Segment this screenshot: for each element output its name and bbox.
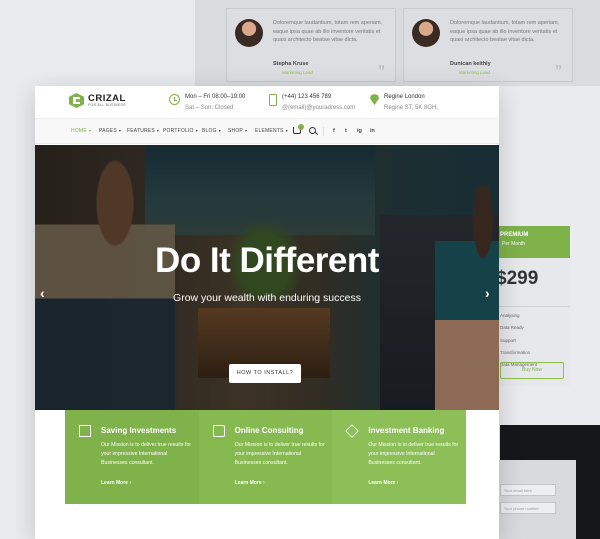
testimonial-text: Doloremque laudantium, totam rem aperiam… [450,20,560,43]
phone-info: (+44) 123 456 789 @(email)@youradress.co… [269,93,355,113]
plan-name: PREMIUM [500,232,529,238]
phone-icon [269,94,277,106]
hero-slider: Do It Different Grow your wealth with en… [35,145,499,410]
clock-icon [169,94,180,105]
plan-feature: Support [500,337,516,343]
website-mockup: CRIZAL FOR ALL BUSINESS Mon – Fri 08:00–… [35,86,499,539]
plan-period: Per Month [502,241,526,247]
plan-price: $299 [496,268,539,289]
quote-icon: ” [555,62,562,78]
learn-more-link[interactable]: Learn More › [101,480,131,486]
chevron-down-icon: ▾ [285,128,288,133]
nav-label: ELEMENTS [255,128,284,134]
feature-desc: Our Mission is to deliver true results f… [368,442,459,466]
chevron-down-icon: ▾ [244,128,248,133]
feature-title: Saving Investments [101,426,177,435]
feature-card: Investment Banking Our Mission is to del… [332,410,467,504]
testimonial-role: Marketing Lead [459,70,491,75]
brand-name: CRIZAL [88,93,126,104]
chevron-down-icon: ▾ [156,128,160,133]
email-field[interactable]: Your email here [500,484,556,496]
buy-now-button[interactable]: Buy Now [500,362,564,379]
avatar [412,19,440,47]
hours-weekend: Sat – Sun: Closed [185,105,234,111]
feature-title: Online Consulting [234,426,304,435]
logo[interactable]: CRIZAL FOR ALL BUSINESS [69,93,126,108]
avatar [235,19,263,47]
phone-number[interactable]: (+44) 123 456 789 [282,93,355,102]
hero-title: Do It Different [155,241,379,280]
nav-item-features[interactable]: FEATURES ▾ [127,128,159,134]
features-strip: Saving Investments Our Mission is to del… [65,410,467,504]
how-to-install-button[interactable]: HOW TO INSTALL? [229,364,301,383]
logo-icon [69,93,84,108]
testimonial-card: Doloremque laudantium, totam rem aperiam… [226,8,396,82]
main-nav: HOME ▾ PAGES ▾ FEATURES ▾ PORTFOLIO ▾ BLOG ▾ … [35,119,499,144]
location-pin-icon [370,94,379,105]
nav-item-blog[interactable]: BLOG ▾ [202,128,221,134]
learn-more-link[interactable]: Learn More › [235,480,265,486]
chevron-down-icon: ▾ [118,128,122,133]
plan-feature: Analysing [500,313,520,318]
location-city: Regine London [384,94,425,100]
feature-title: Investment Banking [368,426,445,435]
learn-more-link[interactable]: Learn More › [368,480,398,486]
testimonial-name: Dunican keithly [450,61,491,67]
twitter-icon[interactable]: t [345,128,347,134]
testimonial-text: Doloremque laudantium, totam rem aperiam… [273,20,383,43]
feature-desc: Our Mission is to deliver true results f… [101,442,191,466]
nav-item-shop[interactable]: SHOP ▾ [228,128,247,134]
location-info: Regine London Regine ST, 5K 8GH, [370,93,438,113]
testimonial-name: Stepha Kruse [273,61,309,67]
divider [323,127,324,136]
contact-form-preview: Your email here Your phone number [498,425,600,539]
nav-label: PAGES [99,128,117,134]
hours-info: Mon – Fri 08:00–19:00 Sat – Sun: Closed [169,93,245,113]
chevron-down-icon: ▾ [88,128,92,133]
instagram-icon[interactable]: ig [357,128,362,134]
nav-label: PORTFOLIO [163,128,194,134]
nav-item-portfolio[interactable]: PORTFOLIO ▾ [163,128,198,134]
brand-tagline: FOR ALL BUSINESS [88,103,126,107]
feature-card: Online Consulting Our Mission is to deli… [198,410,333,504]
layers-icon [345,424,360,438]
chevron-down-icon: ▾ [195,128,198,133]
nav-label: BLOG [202,128,217,134]
hero-subtitle: Grow your wealth with enduring success [173,292,361,304]
nav-label: SHOP [228,128,243,134]
hours-weekday: Mon – Fri 08:00–19:00 [185,94,246,100]
quote-icon: ” [378,62,385,78]
next-slide-icon[interactable]: › [485,285,490,301]
feature-card: Saving Investments Our Mission is to del… [65,410,199,504]
contact-form: Your email here Your phone number [498,460,576,539]
testimonial-role: Marketing Lead [282,70,314,75]
nav-item-elements[interactable]: ELEMENTS ▾ [255,128,288,134]
header-topbar: CRIZAL FOR ALL BUSINESS Mon – Fri 08:00–… [35,86,499,119]
tools-icon [79,425,91,437]
linkedin-icon[interactable]: in [370,128,375,134]
diamond-icon [212,425,225,437]
chevron-down-icon: ▾ [218,128,221,133]
facebook-icon[interactable]: f [333,128,335,134]
nav-item-pages[interactable]: PAGES ▾ [99,128,121,134]
nav-label: HOME [71,128,87,134]
phone-field[interactable]: Your phone number [500,502,556,514]
testimonial-card: Doloremque laudantium, totam rem aperiam… [403,8,573,82]
nav-label: FEATURES [127,128,155,134]
location-address: Regine ST, 5K 8GH, [384,105,439,111]
nav-item-home[interactable]: HOME ▾ [71,128,91,134]
plan-feature: Data Ready [500,325,524,331]
email-address[interactable]: @(email)@youradress.com [282,103,355,113]
feature-desc: Our Mission is to deliver true results f… [234,442,325,466]
prev-slide-icon[interactable]: ‹ [40,285,45,301]
plan-feature: Transformation [500,349,531,355]
search-icon[interactable] [309,127,316,134]
cart-badge [298,124,304,130]
